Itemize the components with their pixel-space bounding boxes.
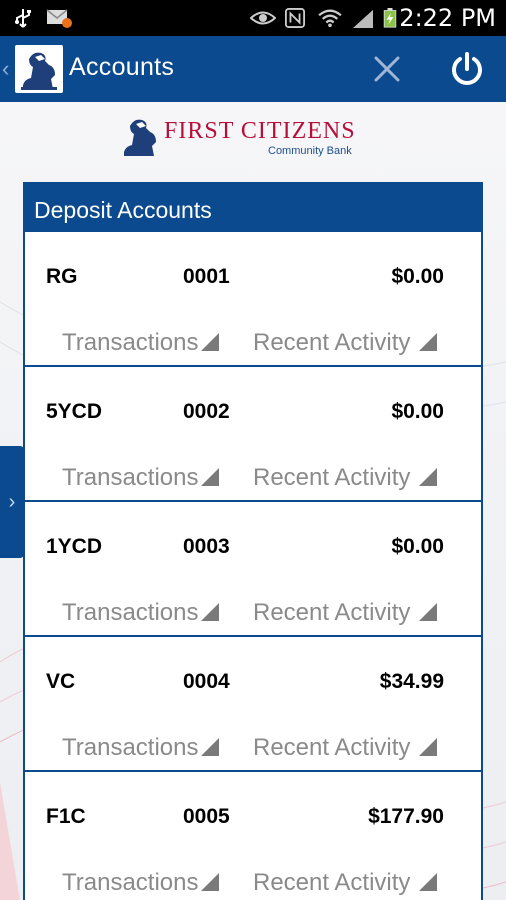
transactions-link[interactable]: Transactions: [62, 869, 219, 897]
recent-activity-label: Recent Activity: [253, 599, 411, 626]
account-number: 0004: [183, 670, 230, 693]
transactions-label: Transactions: [62, 599, 199, 626]
account-number: 0005: [183, 805, 230, 828]
brand-subtitle: Community Bank: [268, 145, 352, 157]
corner-triangle-icon: [200, 873, 219, 891]
usb-icon: [15, 9, 31, 28]
wifi-icon: [318, 9, 342, 28]
corner-triangle-icon: [419, 603, 438, 621]
transactions-link[interactable]: Transactions: [62, 329, 219, 357]
battery-charging-icon: [383, 8, 397, 28]
account-row[interactable]: RG 0001 $0.00 Transactions Recent Activi…: [25, 232, 481, 367]
account-row[interactable]: 1YCD 0003 $0.00 Transactions Recent Acti…: [25, 502, 481, 637]
recent-activity-link[interactable]: Recent Activity: [253, 599, 438, 627]
mail-notification-icon: [46, 9, 72, 28]
account-number: 0003: [183, 535, 230, 558]
account-type: 5YCD: [46, 400, 103, 423]
corner-triangle-icon: [200, 468, 219, 486]
corner-triangle-icon: [419, 333, 438, 351]
back-chevron-icon[interactable]: ‹: [2, 54, 12, 84]
transactions-label: Transactions: [62, 734, 199, 761]
transactions-label: Transactions: [62, 464, 199, 491]
account-type: VC: [46, 670, 76, 693]
nfc-icon: [285, 8, 305, 28]
account-row[interactable]: VC 0004 $34.99 Transactions Recent Activ…: [25, 637, 481, 772]
deposit-accounts-card: Deposit Accounts RG 0001 $0.00 Transacti…: [23, 182, 483, 900]
transactions-label: Transactions: [62, 869, 199, 896]
corner-triangle-icon: [200, 603, 219, 621]
page-title: Accounts: [69, 53, 175, 81]
account-balance: $0.00: [391, 265, 444, 288]
account-type: 1YCD: [46, 535, 103, 558]
recent-activity-link[interactable]: Recent Activity: [253, 734, 438, 762]
account-number: 0001: [183, 265, 230, 288]
account-balance: $0.00: [391, 535, 444, 558]
account-number: 0002: [183, 400, 230, 423]
transactions-link[interactable]: Transactions: [62, 734, 219, 762]
corner-triangle-icon: [419, 468, 438, 486]
app-logo: [15, 45, 63, 93]
recent-activity-link[interactable]: Recent Activity: [253, 329, 438, 357]
account-row[interactable]: 5YCD 0002 $0.00 Transactions Recent Acti…: [25, 367, 481, 502]
drawer-open-tab[interactable]: ›: [0, 446, 24, 558]
status-bar: 2:22 PM: [0, 0, 506, 36]
recent-activity-label: Recent Activity: [253, 734, 411, 761]
account-balance: $34.99: [379, 670, 444, 693]
clock: 2:22 PM: [399, 4, 496, 32]
recent-activity-link[interactable]: Recent Activity: [253, 464, 438, 492]
corner-triangle-icon: [200, 738, 219, 756]
app-header: ‹ Accounts: [0, 36, 506, 102]
brand-logo-icon: [124, 119, 156, 156]
transactions-link[interactable]: Transactions: [62, 464, 219, 492]
recent-activity-label: Recent Activity: [253, 329, 411, 356]
section-title: Deposit Accounts: [25, 184, 481, 232]
signal-icon: [353, 9, 373, 28]
recent-activity-label: Recent Activity: [253, 869, 411, 896]
close-icon[interactable]: [370, 52, 404, 86]
account-type: F1C: [46, 805, 86, 828]
account-row[interactable]: F1C 0005 $177.90 Transactions Recent Act…: [25, 772, 481, 900]
eye-icon: [250, 11, 276, 25]
account-type: RG: [46, 265, 78, 288]
account-balance: $177.90: [368, 805, 444, 828]
recent-activity-label: Recent Activity: [253, 464, 411, 491]
brand-name: First Citizens: [164, 118, 356, 144]
transactions-link[interactable]: Transactions: [62, 599, 219, 627]
corner-triangle-icon: [419, 738, 438, 756]
power-icon[interactable]: [448, 50, 486, 88]
account-balance: $0.00: [391, 400, 444, 423]
corner-triangle-icon: [419, 873, 438, 891]
transactions-label: Transactions: [62, 329, 199, 356]
chevron-right-icon: ›: [8, 491, 16, 513]
recent-activity-link[interactable]: Recent Activity: [253, 869, 438, 897]
corner-triangle-icon: [200, 333, 219, 351]
